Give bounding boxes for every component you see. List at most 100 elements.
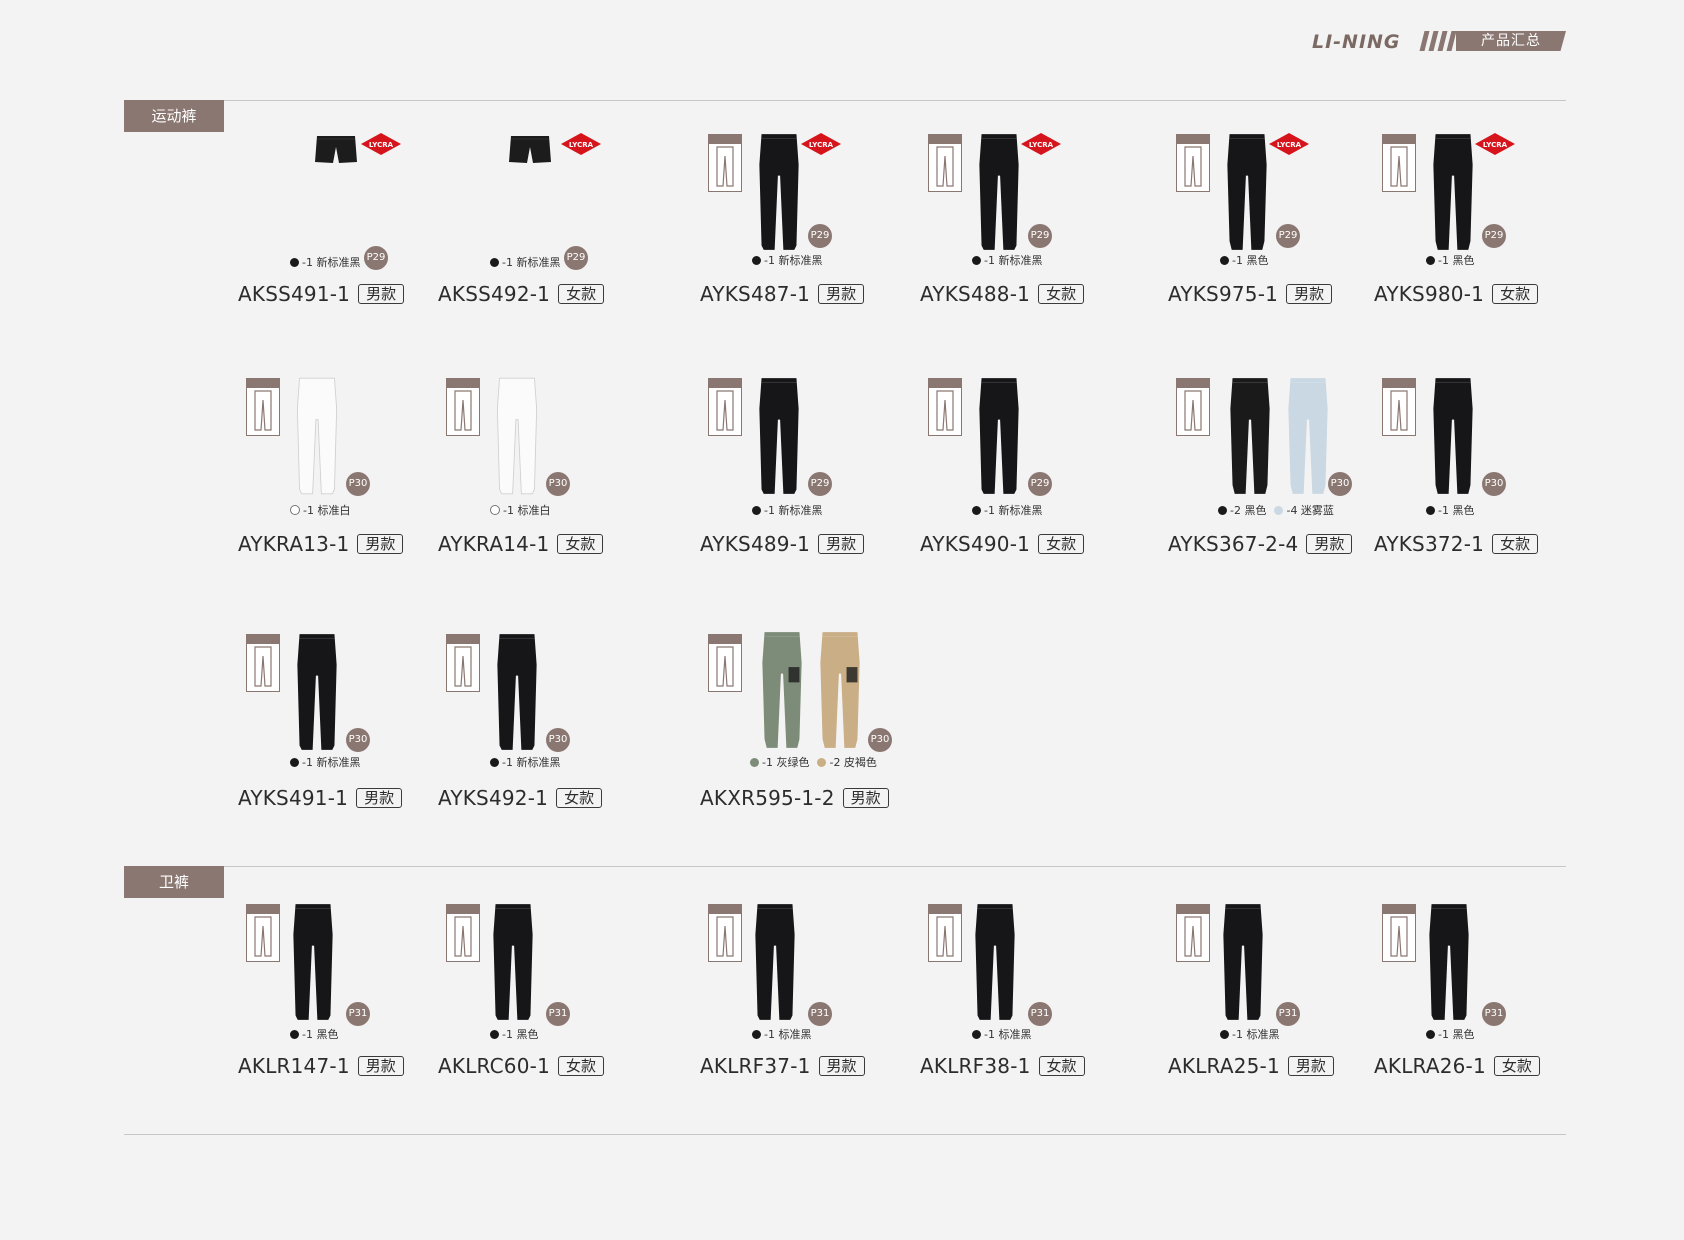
color-swatch: -2 黑色	[1218, 504, 1266, 517]
divider	[124, 866, 1566, 867]
product-code-line: AYKS980-1 女款	[1374, 282, 1539, 306]
gender-tag: 女款	[1493, 1056, 1540, 1076]
product-code: AYKRA14-1	[438, 532, 550, 556]
color-swatch: -1 标准黑	[972, 1028, 1031, 1041]
product-code: AKLRC60-1	[438, 1054, 550, 1078]
svg-text:LYCRA: LYCRA	[1029, 141, 1054, 149]
product-code: AKSS491-1	[238, 282, 351, 306]
gender-tag: 男款	[818, 284, 865, 304]
color-swatch: -1 标准白	[490, 504, 550, 517]
product-card: P30 -1 标准白 AYKRA14-1 女款	[438, 364, 638, 564]
svg-text:LYCRA: LYCRA	[569, 141, 594, 149]
gender-tag: 女款	[1492, 534, 1539, 554]
page-number-badge: P29	[1028, 472, 1052, 496]
product-code: AYKS487-1	[700, 282, 811, 306]
color-label: -1 新标准黑	[984, 254, 1043, 267]
fit-type-icon	[1382, 904, 1416, 962]
color-label: -1 标准白	[503, 504, 551, 517]
color-swatch: -2 皮褐色	[817, 756, 877, 769]
color-dot-icon	[972, 506, 981, 515]
product-image	[972, 902, 1018, 1022]
color-dot-icon	[752, 256, 761, 265]
color-label: -1 灰绿色	[762, 756, 810, 769]
color-swatch: -1 新标准黑	[290, 756, 360, 769]
fit-type-icon	[1176, 378, 1210, 436]
fit-type-icon	[246, 904, 280, 962]
product-image	[294, 632, 340, 752]
product-card: P31 -1 标准黑 AKLRA25-1 男款	[1168, 890, 1368, 1090]
product-image	[1224, 132, 1270, 252]
color-swatches: -1 新标准黑	[972, 502, 1050, 518]
product-code-line: AYKS372-1 女款	[1374, 532, 1539, 556]
fit-type-icon	[1176, 904, 1210, 962]
product-image	[1220, 902, 1266, 1022]
fit-type-icon	[708, 904, 742, 962]
product-card: P30 -1 新标准黑 AYKS492-1 女款	[438, 620, 638, 820]
color-swatches: -1 标准黑	[972, 1026, 1039, 1042]
svg-text:LYCRA: LYCRA	[809, 141, 834, 149]
product-code-line: AKLRA26-1 女款	[1374, 1054, 1540, 1078]
product-image	[976, 376, 1022, 496]
svg-text:LYCRA: LYCRA	[1277, 141, 1302, 149]
color-swatches: -1 黑色	[1426, 502, 1482, 518]
page-number-badge: P29	[808, 472, 832, 496]
product-code: AYKS491-1	[238, 786, 349, 810]
page-number-badge: P30	[346, 728, 370, 752]
color-dot-icon	[1426, 506, 1435, 515]
product-card: LYCRA P29 -1 黑色 AYKS975-1 男款	[1168, 120, 1368, 320]
color-label: -2 皮褐色	[829, 756, 877, 769]
product-image	[1426, 902, 1472, 1022]
lycra-badge-icon: LYCRA	[1020, 132, 1062, 160]
fit-type-icon	[1382, 378, 1416, 436]
color-swatch: -1 黑色	[1426, 254, 1474, 267]
color-swatch: -1 标准黑	[1220, 1028, 1279, 1041]
fit-type-icon	[708, 378, 742, 436]
product-card: P29 -1 新标准黑 AYKS489-1 男款	[700, 364, 900, 564]
product-card: P30 -1 标准白 AYKRA13-1 男款	[238, 364, 438, 564]
color-dot-icon	[1220, 1030, 1229, 1039]
product-card: P31 -1 标准黑 AKLRF38-1 女款	[920, 890, 1120, 1090]
color-dot-icon	[490, 505, 500, 515]
section-tab-sweatpants: 卫裤	[124, 866, 224, 898]
svg-text:LYCRA: LYCRA	[369, 141, 394, 149]
product-image	[756, 376, 802, 496]
fit-type-icon	[1176, 134, 1210, 192]
color-swatch: -1 新标准黑	[490, 256, 560, 269]
color-dot-icon	[1274, 506, 1284, 515]
color-dot-icon	[1218, 506, 1227, 515]
fit-type-icon	[446, 378, 480, 436]
product-code: AKLRA25-1	[1168, 1054, 1280, 1078]
color-swatches: -1 新标准黑	[490, 754, 568, 770]
product-image	[494, 632, 540, 752]
color-dot-icon	[1220, 256, 1229, 265]
page-number-badge: P31	[1482, 1002, 1506, 1026]
color-label: -1 标准黑	[1232, 1028, 1280, 1041]
gender-tag: 男款	[818, 534, 865, 554]
product-code: AYKS975-1	[1168, 282, 1279, 306]
product-image	[294, 376, 340, 496]
lycra-badge-icon: LYCRA	[560, 132, 602, 160]
lycra-badge-icon: LYCRA	[360, 132, 402, 160]
product-image	[290, 902, 336, 1022]
gender-tag: 女款	[556, 788, 603, 808]
color-swatch: -1 黑色	[1426, 1028, 1474, 1041]
product-code: AKLRA26-1	[1374, 1054, 1486, 1078]
color-swatch: -1 黑色	[1426, 504, 1474, 517]
page-number-badge: P31	[346, 1002, 370, 1026]
page-number-badge: P29	[1482, 224, 1506, 248]
color-dot-icon	[290, 1030, 299, 1039]
color-dot-icon	[750, 758, 759, 767]
product-code-line: AYKS491-1 男款	[238, 786, 403, 810]
product-code-line: AKSS492-1 女款	[438, 282, 605, 306]
product-code: AYKS980-1	[1374, 282, 1485, 306]
color-dot-icon	[972, 1030, 981, 1039]
color-swatches: -1 黑色	[1426, 252, 1482, 268]
color-dot-icon	[490, 258, 499, 267]
color-swatch: -1 黑色	[1220, 254, 1268, 267]
color-swatch: -1 标准黑	[752, 1028, 811, 1041]
product-card: P31 -1 黑色 AKLR147-1 男款	[238, 890, 438, 1090]
gender-tag: 男款	[357, 1056, 404, 1076]
product-image-alt-color	[1286, 376, 1330, 496]
svg-text:LYCRA: LYCRA	[1483, 141, 1508, 149]
color-swatch: -1 新标准黑	[972, 254, 1042, 267]
